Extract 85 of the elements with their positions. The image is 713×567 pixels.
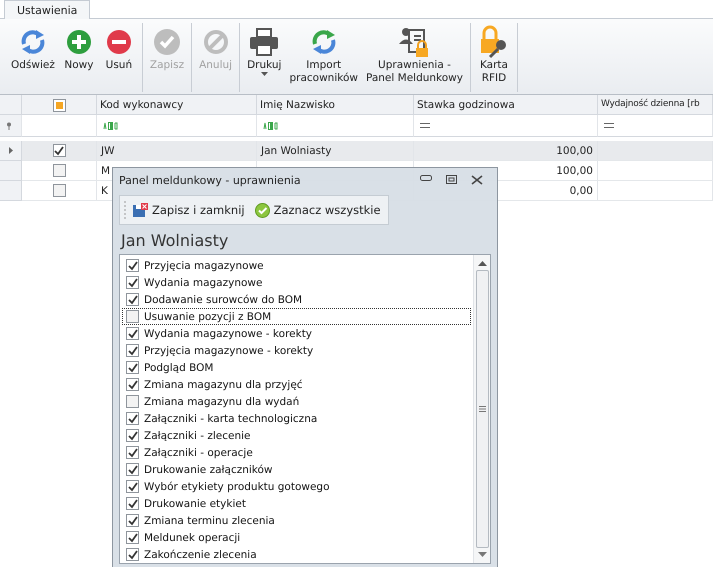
filter-cell[interactable] [257, 115, 414, 137]
grip-lines-icon [478, 406, 486, 412]
permission-item[interactable]: Zmiana terminu zlecenia [122, 512, 471, 529]
permission-item[interactable]: Wybór etykiety produktu gotowego [122, 478, 471, 495]
permission-checkbox[interactable] [126, 344, 139, 357]
toolbar-button[interactable]: Karta RFID [474, 23, 513, 92]
forbidden-icon [202, 29, 229, 55]
toolbar-button[interactable]: Uprawnienia - Panel Meldunkowy [362, 23, 466, 92]
check-circle-icon [254, 202, 270, 218]
permission-item[interactable]: Zakończenie zlecenia [122, 546, 471, 563]
text-filter-icon [263, 122, 278, 130]
permission-item[interactable]: Przyjęcia magazynowe - korekty [122, 342, 471, 359]
column-header[interactable]: Imię Nazwisko [257, 95, 414, 115]
equals-filter-icon [420, 123, 430, 128]
permission-item[interactable]: Przyjęcia magazynowe [122, 257, 471, 274]
printer-icon [249, 28, 280, 56]
filter-cell[interactable] [414, 115, 598, 137]
dialog-toolbar-button[interactable]: Zaznacz wszystkie [252, 200, 384, 220]
row-pointer-icon [8, 147, 12, 154]
permission-item[interactable]: Zmiana magazynu dla wydań [122, 393, 471, 410]
equals-filter-icon [604, 123, 614, 128]
permission-item[interactable]: Usuwanie pozycji z BOM [122, 308, 471, 325]
row-indicator[interactable] [0, 141, 22, 161]
close-button[interactable] [471, 175, 483, 185]
toolbar-button[interactable]: Usuń [100, 23, 138, 92]
check-icon [152, 28, 181, 56]
permission-item[interactable]: Wydania magazynowe - korekty [122, 325, 471, 342]
permission-item[interactable]: Drukowanie etykiet [122, 495, 471, 512]
scroll-down-icon[interactable] [478, 552, 486, 557]
table-cell: Jan Wolniasty [257, 141, 414, 161]
pin-icon [6, 122, 12, 130]
plus-icon [66, 29, 92, 55]
employee-name: Jan Wolniasty [119, 230, 230, 252]
permission-checkbox[interactable] [126, 310, 139, 323]
column-header[interactable]: Stawka godzinowa [414, 95, 598, 115]
minimize-button[interactable] [420, 175, 432, 181]
permission-item[interactable]: Drukowanie załączników [122, 461, 471, 478]
select-all-checkbox[interactable] [52, 99, 66, 112]
permission-checkbox[interactable] [126, 497, 139, 510]
row-checkbox[interactable] [52, 164, 66, 177]
filter-cell[interactable] [598, 115, 713, 137]
permission-checkbox[interactable] [126, 480, 139, 493]
permission-checkbox[interactable] [126, 463, 139, 476]
permission-item[interactable]: Załączniki - karta technologiczna [122, 410, 471, 427]
permission-checkbox[interactable] [126, 446, 139, 459]
table-cell: 100,00 [414, 141, 598, 161]
toolbar-button[interactable]: Import pracowników [286, 23, 361, 92]
scrollbar-thumb[interactable] [476, 270, 488, 548]
floppy-icon [133, 203, 148, 217]
toolbar-button[interactable]: Odśwież [8, 23, 58, 92]
permission-item[interactable]: Załączniki - operacje [122, 444, 471, 461]
permission-item[interactable]: Wydania magazynowe [122, 274, 471, 291]
ribbon-tab[interactable]: Ustawienia [4, 0, 90, 19]
permission-checkbox[interactable] [126, 514, 139, 527]
minus-icon [106, 29, 132, 55]
permission-checkbox[interactable] [126, 548, 139, 561]
permission-checkbox[interactable] [126, 327, 139, 340]
permission-checkbox[interactable] [126, 412, 139, 425]
column-header[interactable]: Kod wykonawcy [97, 95, 257, 115]
permission-item[interactable]: Podgląd BOM [122, 359, 471, 376]
row-checkbox[interactable] [52, 144, 66, 157]
permission-checkbox[interactable] [126, 361, 139, 374]
filter-cell[interactable] [22, 115, 97, 137]
permission-item[interactable]: Załączniki - zlecenie [122, 427, 471, 444]
permission-checkbox[interactable] [126, 395, 139, 408]
permission-checkbox[interactable] [126, 276, 139, 289]
dialog-toolbar-button[interactable]: Zapisz i zamknij [130, 201, 248, 219]
filter-cell[interactable] [97, 115, 257, 137]
row-checkbox[interactable] [52, 184, 66, 197]
permission-checkbox[interactable] [126, 429, 139, 442]
maximize-button[interactable] [446, 175, 457, 184]
permission-checkbox[interactable] [126, 259, 139, 272]
permission-checkbox[interactable] [126, 378, 139, 391]
text-filter-icon [103, 122, 118, 130]
permission-item[interactable]: Meldunek operacji [122, 529, 471, 546]
permission-checkbox[interactable] [126, 531, 139, 544]
lock-key-icon [478, 25, 509, 59]
permission-item[interactable]: Zmiana magazynu dla przyjęć [122, 376, 471, 393]
column-header[interactable]: Wydajność dzienna [rb [598, 95, 713, 115]
permission-checkbox[interactable] [126, 293, 139, 306]
permission-item[interactable]: Dodawanie surowców do BOM [122, 291, 471, 308]
table-cell: JW [97, 141, 257, 161]
toolbar-button[interactable]: Nowy [60, 23, 98, 92]
scroll-up-icon[interactable] [478, 261, 486, 266]
toolbar-button[interactable]: Drukuj [244, 23, 284, 92]
